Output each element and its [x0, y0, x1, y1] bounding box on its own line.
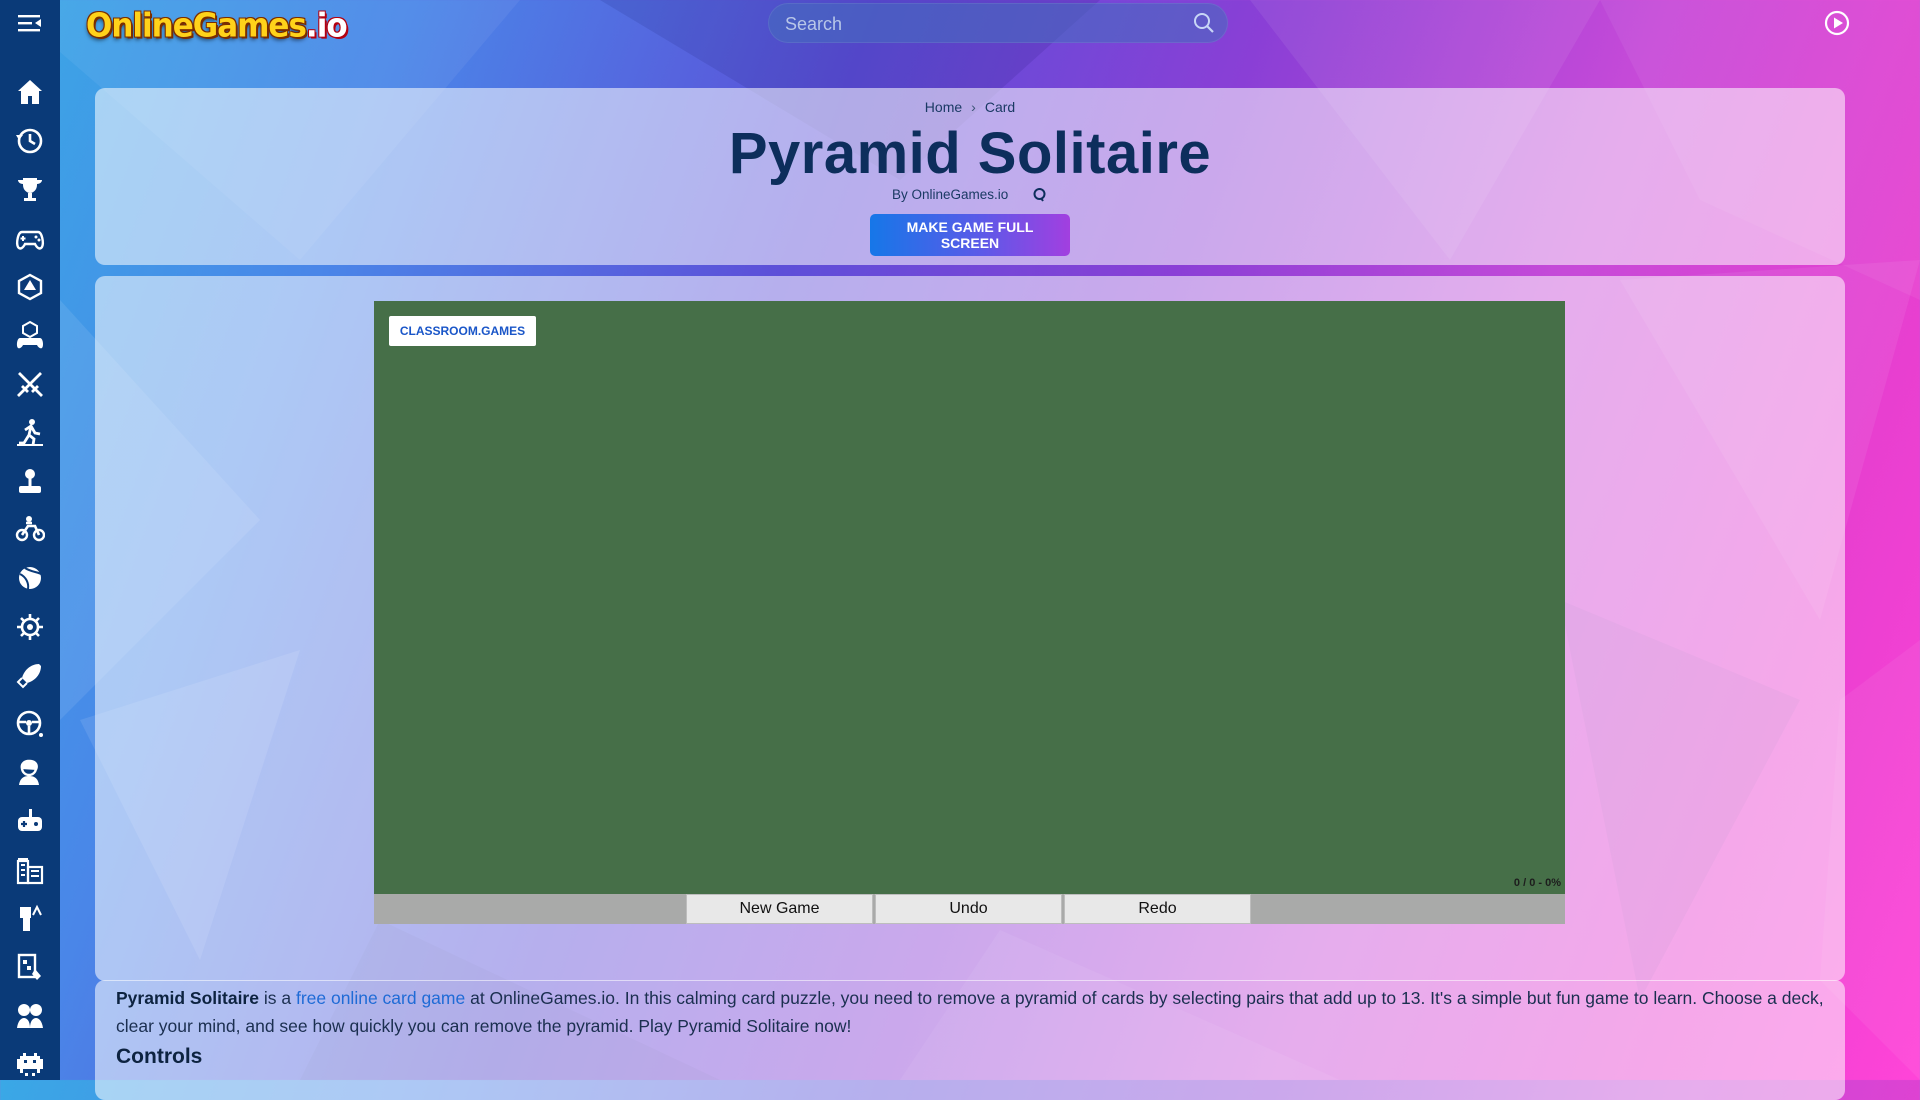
joystick-icon[interactable] [14, 465, 46, 497]
city-icon[interactable] [14, 854, 46, 886]
search-bar [768, 3, 1228, 45]
redo-button[interactable]: Redo [1064, 894, 1251, 924]
breadcrumb-home[interactable]: Home [925, 99, 962, 115]
site-logo[interactable]: OnlineGames.io [86, 3, 348, 49]
breadcrumb-card[interactable]: Card [985, 99, 1015, 115]
breadcrumb: Home › Card [95, 99, 1845, 115]
menu-icon[interactable] [0, 0, 60, 46]
rocket-icon[interactable] [14, 659, 46, 691]
gear-brain-icon[interactable] [14, 611, 46, 643]
title-panel: Home › Card Pyramid Solitaire By OnlineGam… [95, 88, 1845, 265]
controls-heading: Controls [116, 1045, 203, 1068]
game-canvas[interactable]: CLASSROOM.GAMES 0 / 0 - 0% New Game Undo… [374, 301, 1565, 924]
game-panel: CLASSROOM.GAMES 0 / 0 - 0% New Game Undo… [95, 276, 1845, 981]
byline: By OnlineGames.io [95, 187, 1845, 203]
girl-icon[interactable] [14, 756, 46, 788]
fullscreen-button[interactable]: MAKE GAME FULL SCREEN [870, 214, 1070, 256]
board-game-icon[interactable] [14, 951, 46, 983]
page-title: Pyramid Solitaire [728, 121, 1212, 186]
ball-icon[interactable] [14, 562, 46, 594]
history-icon[interactable] [14, 125, 46, 157]
byline-text[interactable]: By OnlineGames.io [892, 187, 1008, 202]
free-card-game-link[interactable]: free online card game [296, 988, 465, 1008]
breadcrumb-separator: › [971, 99, 976, 115]
runner-icon[interactable] [14, 416, 46, 448]
cube-gamepad-icon[interactable] [14, 319, 46, 351]
search-icon[interactable] [1192, 11, 1216, 35]
search-input[interactable] [768, 3, 1187, 45]
description-game-name: Pyramid Solitaire [116, 988, 259, 1008]
home-icon[interactable] [14, 76, 46, 108]
trophy-icon[interactable] [14, 173, 46, 205]
two-people-icon[interactable] [14, 999, 46, 1031]
search-icon[interactable] [1032, 187, 1048, 203]
controller-plus-icon[interactable] [14, 805, 46, 837]
game-description: Pyramid Solitaire is a free online card … [116, 984, 1826, 1040]
undo-button[interactable]: Undo [875, 894, 1062, 924]
new-game-button[interactable]: New Game [686, 894, 873, 924]
steering-wheel-icon[interactable] [14, 708, 46, 740]
game-control-bar: New Game Undo Redo [374, 894, 1565, 924]
motorbike-icon[interactable] [14, 513, 46, 545]
space-invader-icon[interactable] [14, 1048, 46, 1080]
d20-icon[interactable] [14, 271, 46, 303]
score-display: 0 / 0 - 0% [1513, 877, 1561, 889]
play-circle-icon[interactable] [1824, 10, 1850, 36]
blocky-icon[interactable] [14, 902, 46, 934]
description-panel: Pyramid Solitaire is a free online card … [95, 980, 1845, 1100]
classroom-games-button[interactable]: CLASSROOM.GAMES [389, 316, 536, 346]
sidebar [0, 0, 60, 1080]
gamepad-icon[interactable] [14, 222, 46, 254]
description-text-1: is a [258, 988, 296, 1008]
swords-icon[interactable] [14, 368, 46, 400]
